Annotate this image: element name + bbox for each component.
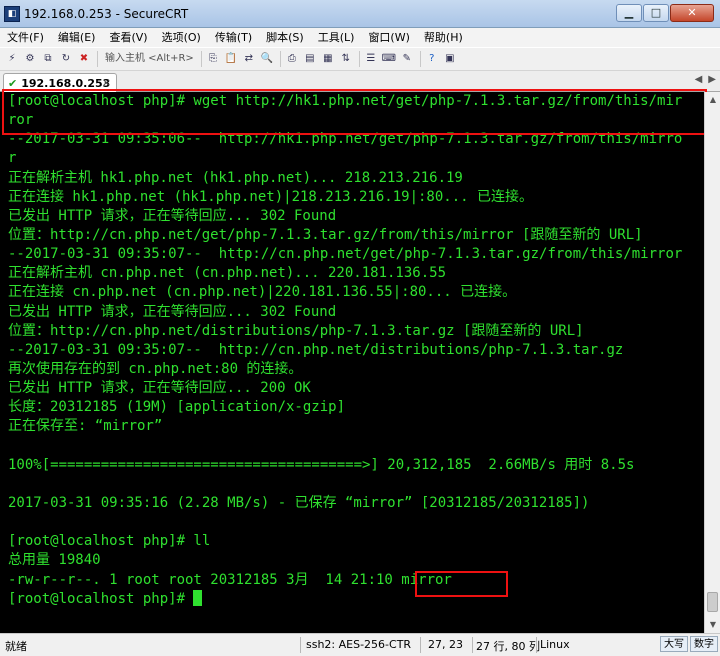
menu-transfer[interactable]: 传输(T) <box>208 28 259 47</box>
terminal-line: --2017-03-31 09:35:07-- http://cn.php.ne… <box>8 341 624 358</box>
tab-close-icon[interactable]: × <box>102 76 111 89</box>
terminal-line: 位置：http://cn.php.net/get/php-7.1.3.tar.g… <box>8 226 643 243</box>
menu-edit[interactable]: 编辑(E) <box>51 28 103 47</box>
ime-indicator: 大写 数字 <box>660 636 718 652</box>
connect-tab-icon[interactable]: ⧉ <box>40 51 56 67</box>
menu-tools[interactable]: 工具(L) <box>311 28 362 47</box>
menu-help[interactable]: 帮助(H) <box>417 28 470 47</box>
terminal-line: 正在解析主机 hk1.php.net (hk1.php.net)... 218.… <box>8 169 463 186</box>
session-tab[interactable]: ✔ 192.168.0.253 × <box>3 73 117 92</box>
session-tab-bar: ✔ 192.168.0.253 × ◀ ▶ <box>0 71 720 92</box>
menu-options[interactable]: 选项(O) <box>155 28 208 47</box>
connected-check-icon: ✔ <box>8 76 18 90</box>
copy-icon[interactable]: ⎘ <box>205 51 221 67</box>
ime-caps-indicator: 大写 <box>660 636 688 652</box>
terminal-prompt: [root@localhost php]# <box>8 590 194 607</box>
terminal-line: 总用量 19840 <box>8 552 101 569</box>
help-icon[interactable]: ? <box>424 51 440 67</box>
toolbar-divider <box>200 51 202 67</box>
disconnect-icon[interactable]: ✖ <box>76 51 92 67</box>
log-icon[interactable]: ▦ <box>320 51 336 67</box>
quick-connect-input[interactable]: 输入主机 <Alt+R> <box>101 51 198 67</box>
securecrt-icon: ◧ <box>4 6 20 22</box>
toolbar-divider <box>279 51 281 67</box>
copy-paste-icon[interactable]: ⇄ <box>241 51 257 67</box>
scroll-down-icon[interactable]: ▼ <box>705 617 720 633</box>
scroll-up-icon[interactable]: ▲ <box>705 92 720 108</box>
menu-script[interactable]: 脚本(S) <box>259 28 311 47</box>
terminal-cursor <box>193 589 203 606</box>
status-divider <box>472 637 473 653</box>
terminal-line: 长度：20312185 (19M) [application/x-gzip] <box>8 399 346 416</box>
terminal-line: -rw-r--r--. 1 root root 20312185 3月 14 2… <box>8 571 452 588</box>
toolbar: ⚡ ⚙ ⧉ ↻ ✖ 输入主机 <Alt+R> ⎘ 📋 ⇄ 🔍 ⎙ ▤ ▦ ⇅ ☰… <box>0 47 720 71</box>
find-icon[interactable]: 🔍 <box>259 51 275 67</box>
quick-connect-icon[interactable]: ⚙ <box>22 51 38 67</box>
minimize-button[interactable]: ▁ <box>616 4 642 22</box>
menu-window[interactable]: 窗口(W) <box>361 28 416 47</box>
window-controls: ▁ □ ✕ <box>616 4 714 22</box>
menu-file[interactable]: 文件(F) <box>0 28 51 47</box>
terminal-line: 正在保存至: “mirror” <box>8 418 163 435</box>
toolbar-divider <box>358 51 360 67</box>
terminal-line: r <box>8 150 17 167</box>
keymap-icon[interactable]: ⌨ <box>381 51 397 67</box>
terminal-line: 100%[===================================… <box>8 456 635 473</box>
vertical-scrollbar[interactable]: ▲ ▼ <box>704 92 720 633</box>
tab-navigation: ◀ ▶ <box>695 74 716 85</box>
session-tab-label: 192.168.0.253 <box>21 76 111 90</box>
terminal-line: 正在连接 cn.php.net (cn.php.net)|220.181.136… <box>8 284 517 301</box>
terminal-line: [root@localhost php]# wget http://hk1.ph… <box>8 93 683 109</box>
toolbar-divider <box>419 51 421 67</box>
status-cipher: ssh2: AES-256-CTR <box>306 638 412 651</box>
terminal-line: 再次使用存在的到 cn.php.net:80 的连接。 <box>8 360 303 377</box>
terminal-prompt-line: [root@localhost php]# <box>8 589 704 609</box>
terminal-line: [root@localhost php]# ll <box>8 533 211 550</box>
terminal-line: 已发出 HTTP 请求，正在等待回应... 302 Found <box>8 207 337 224</box>
script-icon[interactable]: ✎ <box>399 51 415 67</box>
status-cursor-position: 27, 23 <box>428 638 463 651</box>
status-divider <box>300 637 301 653</box>
maximize-button[interactable]: □ <box>643 4 669 22</box>
tab-prev-icon[interactable]: ◀ <box>695 74 703 85</box>
window-title: 192.168.0.253 - SecureCRT <box>24 7 189 21</box>
menu-view[interactable]: 查看(V) <box>102 28 154 47</box>
tab-next-icon[interactable]: ▶ <box>708 74 716 85</box>
status-divider <box>420 637 421 653</box>
print-setup-icon[interactable]: ▤ <box>302 51 318 67</box>
status-ready: 就绪 <box>5 640 27 653</box>
status-divider <box>536 637 537 653</box>
paste-icon[interactable]: 📋 <box>223 51 239 67</box>
terminal-line: 已发出 HTTP 请求，正在等待回应... 200 OK <box>8 380 311 397</box>
menu-bar: 文件(F) 编辑(E) 查看(V) 选项(O) 传输(T) 脚本(S) 工具(L… <box>0 28 720 47</box>
terminal-output[interactable]: [root@localhost php]# wget http://hk1.ph… <box>0 89 707 633</box>
connect-icon[interactable]: ⚡ <box>4 51 20 67</box>
status-rows-cols: 27 行, 80 列 <box>476 640 540 653</box>
title-bar[interactable]: ◧ 192.168.0.253 - SecureCRT ▁ □ ✕ <box>0 0 720 28</box>
terminal-line: 已发出 HTTP 请求，正在等待回应... 302 Found <box>8 303 337 320</box>
session-options-icon[interactable]: ☰ <box>363 51 379 67</box>
status-os: Linux <box>540 638 570 651</box>
sftp-icon[interactable]: ⇅ <box>338 51 354 67</box>
reconnect-icon[interactable]: ↻ <box>58 51 74 67</box>
terminal-line: 正在解析主机 cn.php.net (cn.php.net)... 220.18… <box>8 265 447 282</box>
terminal-line: --2017-03-31 09:35:06-- http://hk1.php.n… <box>8 131 683 148</box>
terminal-line: 正在连接 hk1.php.net (hk1.php.net)|218.213.2… <box>8 188 534 205</box>
scroll-thumb[interactable] <box>707 592 718 612</box>
terminal-line: ror <box>8 112 34 129</box>
toolbar-divider <box>97 51 98 67</box>
terminal-line: 位置：http://cn.php.net/distributions/php-7… <box>8 322 584 339</box>
close-button[interactable]: ✕ <box>670 4 714 22</box>
print-icon[interactable]: ⎙ <box>284 51 300 67</box>
about-icon[interactable]: ▣ <box>442 51 458 67</box>
terminal-line: --2017-03-31 09:35:07-- http://cn.php.ne… <box>8 246 683 263</box>
ime-num-indicator: 数字 <box>690 636 718 652</box>
terminal-line: 2017-03-31 09:35:16 (2.28 MB/s) - 已保存 “m… <box>8 494 590 511</box>
status-bar: 就绪 ssh2: AES-256-CTR 27, 23 27 行, 80 列 L… <box>0 633 720 656</box>
